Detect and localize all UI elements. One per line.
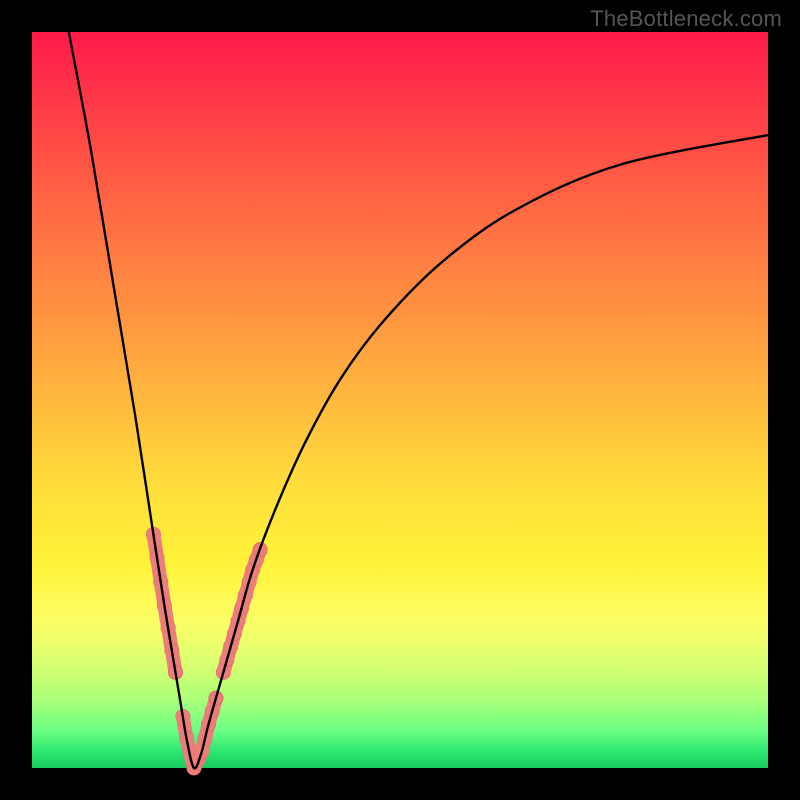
- highlight-markers: [146, 527, 267, 775]
- bottleneck-curve-path: [69, 32, 768, 768]
- bottleneck-curve-svg: [32, 32, 768, 768]
- watermark-text: TheBottleneck.com: [590, 6, 782, 32]
- plot-area: [32, 32, 768, 768]
- chart-frame: TheBottleneck.com: [0, 0, 800, 800]
